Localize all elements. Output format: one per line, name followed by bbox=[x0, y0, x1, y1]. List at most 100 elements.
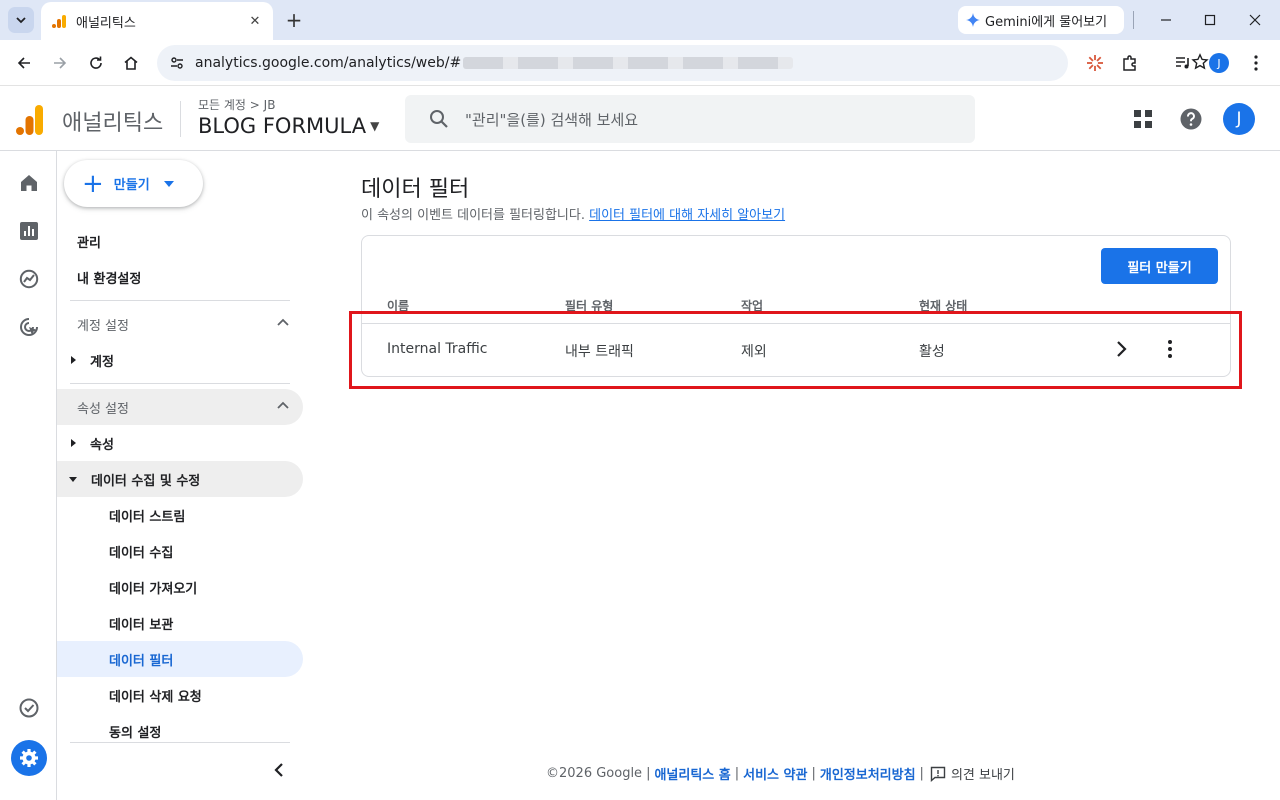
apps-grid-icon[interactable] bbox=[1131, 107, 1155, 131]
browser-tab[interactable]: 애널리틱스 ✕ bbox=[41, 2, 273, 40]
separator: | bbox=[646, 766, 651, 781]
section-label: 속성 설정 bbox=[77, 401, 129, 417]
chevron-up-icon bbox=[277, 318, 289, 326]
redacted-url bbox=[463, 57, 794, 69]
gemini-label: Gemini에게 물어보기 bbox=[985, 14, 1108, 30]
footer: ©2026 Google | 애널리틱스 홈 | 서비스 약관 | 개인정보처리… bbox=[546, 764, 1015, 783]
admin-gear-icon[interactable] bbox=[11, 740, 47, 776]
nav-subitem-data-filters[interactable]: 데이터 필터 bbox=[57, 641, 303, 677]
collapse-arrow-icon bbox=[69, 476, 77, 482]
nav-subitem-consent-settings[interactable]: 동의 설정 bbox=[57, 712, 303, 742]
tab-title: 애널리틱스 bbox=[76, 15, 136, 31]
create-button[interactable]: + 만들기 bbox=[64, 160, 203, 207]
left-rail bbox=[0, 151, 57, 800]
separator: | bbox=[811, 766, 816, 781]
nav-subitem-data-import[interactable]: 데이터 가져오기 bbox=[57, 569, 303, 605]
search-icon bbox=[430, 110, 448, 128]
home-icon[interactable] bbox=[119, 51, 143, 75]
gemini-icon bbox=[966, 13, 980, 27]
separator: | bbox=[919, 766, 924, 781]
privacy-link[interactable]: 개인정보처리방침 bbox=[820, 764, 916, 783]
property-name: BLOG FORMULA bbox=[198, 114, 367, 138]
check-circle-icon[interactable] bbox=[17, 696, 41, 720]
analytics-logo-icon[interactable] bbox=[16, 105, 44, 135]
nav-item-data-collection[interactable]: 데이터 수집 및 수정 bbox=[57, 461, 303, 497]
forward-arrow-icon[interactable] bbox=[48, 51, 72, 75]
new-tab-button[interactable]: + bbox=[283, 8, 305, 32]
url-text: analytics.google.com/analytics/web/# bbox=[195, 55, 462, 71]
analytics-favicon-icon bbox=[52, 15, 66, 28]
description-text: 이 속성의 이벤트 데이터를 필터링합니다. bbox=[361, 208, 585, 223]
search-placeholder: "관리"을(를) 검색해 보세요 bbox=[465, 110, 639, 129]
gemini-button[interactable]: Gemini에게 물어보기 bbox=[958, 6, 1124, 34]
nav-item-label: 데이터 수집 및 수정 bbox=[91, 473, 201, 489]
browser-toolbar: analytics.google.com/analytics/web/# J bbox=[0, 40, 1280, 86]
caret-down-icon bbox=[163, 180, 174, 187]
product-name: 애널리틱스 bbox=[62, 111, 164, 136]
nav-item-label: 계정 bbox=[90, 354, 114, 370]
divider bbox=[70, 742, 290, 743]
close-tab-icon[interactable]: ✕ bbox=[247, 13, 263, 29]
nav-section-account-settings[interactable]: 계정 설정 bbox=[57, 306, 303, 342]
browser-profile-avatar[interactable]: J bbox=[1209, 53, 1229, 73]
divider bbox=[70, 383, 290, 384]
create-label: 만들기 bbox=[113, 178, 150, 193]
explore-icon[interactable] bbox=[17, 267, 41, 291]
extension-burst-icon[interactable] bbox=[1083, 51, 1107, 75]
learn-more-link[interactable]: 데이터 필터에 대해 자세히 알아보기 bbox=[589, 208, 785, 223]
nav-section-property-settings[interactable]: 속성 설정 bbox=[57, 389, 303, 425]
help-icon[interactable] bbox=[1179, 107, 1203, 131]
nav-subitem-data-retention[interactable]: 데이터 보관 bbox=[57, 605, 303, 641]
browser-tab-strip: 애널리틱스 ✕ + Gemini에게 물어보기 bbox=[0, 0, 1280, 40]
divider bbox=[1133, 11, 1134, 29]
caret-down-icon: ▼ bbox=[370, 119, 380, 133]
chevron-down-icon bbox=[16, 17, 26, 24]
reload-icon[interactable] bbox=[84, 51, 108, 75]
reports-icon[interactable] bbox=[17, 219, 41, 243]
nav-item-account[interactable]: 계정 bbox=[57, 342, 303, 378]
extensions-puzzle-icon[interactable] bbox=[1118, 51, 1142, 75]
nav-item-my-settings[interactable]: 내 환경설정 bbox=[57, 259, 303, 295]
create-filter-button[interactable]: 필터 만들기 bbox=[1101, 248, 1218, 284]
home-icon[interactable] bbox=[17, 171, 41, 195]
nav-item-property[interactable]: 속성 bbox=[57, 425, 303, 461]
minimize-icon[interactable] bbox=[1155, 9, 1177, 31]
separator: | bbox=[734, 766, 740, 781]
plus-icon: + bbox=[82, 168, 104, 199]
tab-list-button[interactable] bbox=[8, 7, 34, 33]
nav-subitem-data-collection[interactable]: 데이터 수집 bbox=[57, 533, 303, 569]
property-selector[interactable]: BLOG FORMULA ▼ bbox=[198, 114, 379, 138]
copyright: ©2026 Google bbox=[546, 766, 643, 781]
nav-subitem-data-streams[interactable]: 데이터 스트림 bbox=[57, 497, 303, 533]
search-bar[interactable]: "관리"을(를) 검색해 보세요 bbox=[405, 95, 975, 143]
terms-link[interactable]: 서비스 약관 bbox=[743, 764, 807, 783]
divider bbox=[70, 300, 290, 301]
nav-subitem-data-deletion-requests[interactable]: 데이터 삭제 요청 bbox=[57, 677, 303, 713]
section-label: 계정 설정 bbox=[77, 318, 129, 334]
page-title: 데이터 필터 bbox=[361, 177, 470, 202]
ga-header: 애널리틱스 모든 계정 > JB BLOG FORMULA ▼ "관리"을(를)… bbox=[0, 87, 1280, 151]
nav-item-label: 속성 bbox=[90, 437, 114, 453]
account-avatar[interactable]: J bbox=[1223, 103, 1255, 135]
media-control-icon[interactable] bbox=[1171, 51, 1195, 75]
account-breadcrumb[interactable]: 모든 계정 > JB bbox=[198, 96, 275, 113]
feedback-icon[interactable] bbox=[930, 766, 946, 782]
back-arrow-icon[interactable] bbox=[12, 51, 36, 75]
feedback-link[interactable]: 의견 보내기 bbox=[951, 764, 1015, 783]
nav-item-admin[interactable]: 관리 bbox=[57, 223, 303, 259]
browser-menu-icon[interactable] bbox=[1244, 51, 1268, 75]
chevron-up-icon bbox=[277, 401, 289, 409]
expand-arrow-icon bbox=[71, 356, 76, 364]
divider bbox=[180, 101, 181, 137]
page-description: 이 속성의 이벤트 데이터를 필터링합니다. 데이터 필터에 대해 자세히 알아… bbox=[361, 204, 785, 223]
analytics-home-link[interactable]: 애널리틱스 홈 bbox=[654, 764, 730, 783]
maximize-icon[interactable] bbox=[1199, 9, 1221, 31]
advertising-icon[interactable] bbox=[17, 315, 41, 339]
site-info-icon[interactable] bbox=[167, 53, 187, 73]
close-window-icon[interactable] bbox=[1244, 9, 1266, 31]
annotation-highlight-box bbox=[349, 311, 1242, 389]
admin-nav: + 만들기 관리 내 환경설정 계정 설정 계정 속성 설정 속성 데이터 수집… bbox=[57, 151, 311, 800]
expand-arrow-icon bbox=[71, 439, 76, 447]
address-bar[interactable]: analytics.google.com/analytics/web/# bbox=[157, 45, 1209, 81]
collapse-nav-icon[interactable] bbox=[267, 758, 291, 782]
